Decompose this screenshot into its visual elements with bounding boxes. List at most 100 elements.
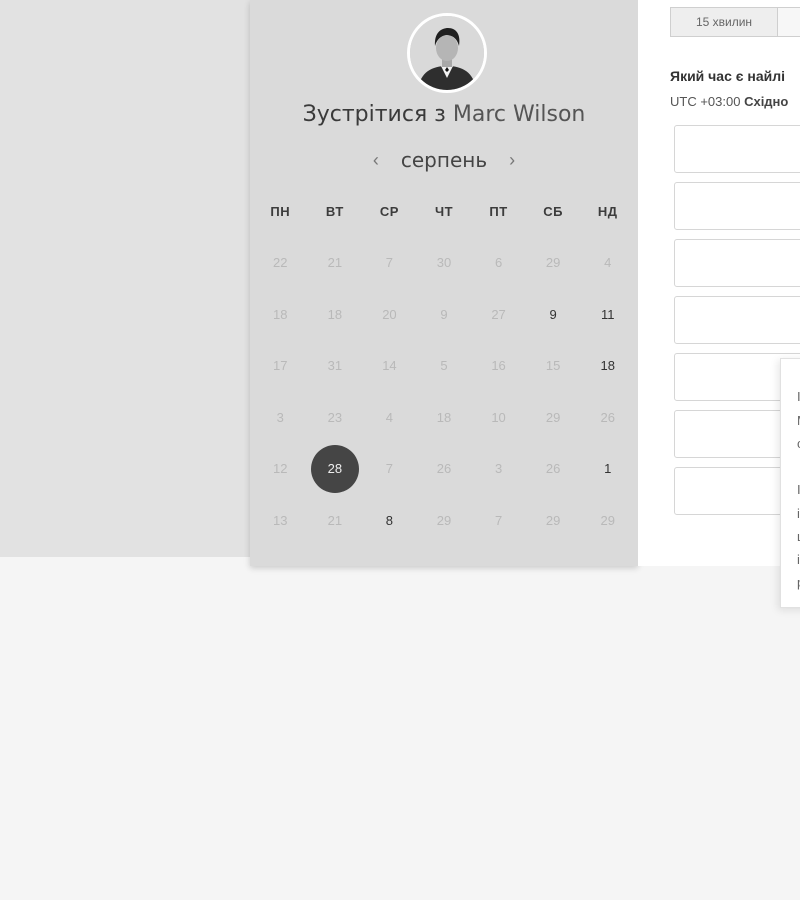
day-cell[interactable]: 18 [580,340,635,392]
day-number: 7 [385,461,394,477]
time-selection-panel: 15 хвилин Який час є найлі UTC +03:00 Сх… [638,0,800,566]
day-number: 9 [440,306,448,322]
day-number: 8 [385,512,394,528]
weekday-label: ПТ [489,204,508,219]
day-cell: 30 [417,237,472,289]
day-cell-selected[interactable]: 28 [308,443,363,495]
meeting-title: Зустрітися з Marc Wilson [250,102,638,127]
day-number: 1 [604,461,612,477]
day-cell: 26 [526,443,581,495]
day-number: 3 [494,461,503,477]
day-cell: 21 [308,237,363,289]
day-number: 21 [327,512,343,528]
day-number: 20 [382,306,397,322]
day-number: 21 [327,255,343,271]
day-number: 17 [273,358,288,374]
chevron-left-icon[interactable]: ‹ [369,146,383,174]
day-cell: 20 [362,289,417,341]
duration-tabs: 15 хвилин [670,7,800,37]
day-cell: 12 [253,443,308,495]
day-cell: 5 [417,340,472,392]
day-number: 18 [273,306,288,322]
duration-tab-15[interactable]: 15 хвилин [670,7,778,37]
day-number: 22 [273,255,288,271]
day-cell: 7 [362,443,417,495]
day-number: 18 [600,358,615,374]
day-cell[interactable]: 1 [580,443,635,495]
day-number: 26 [545,461,561,477]
day-number: 30 [436,255,452,271]
popover-text-line: і [797,506,800,521]
weekday-label: СР [379,204,399,219]
day-cell: 9 [417,289,472,341]
weekday-label: ПН [270,204,291,219]
day-number: 7 [494,512,503,528]
day-number: 3 [276,409,284,425]
time-slot-button[interactable] [674,182,800,230]
day-cell: 29 [580,495,635,547]
info-popover: ІМсІіцір [780,358,800,608]
day-number: 26 [436,461,452,477]
day-cell: 7 [362,237,417,289]
day-cell: 18 [417,392,472,444]
timezone-name: Східно [744,94,789,109]
day-number: 12 [273,461,288,477]
day-cell: 7 [471,495,526,547]
day-cell: 29 [526,495,581,547]
day-number: 29 [545,512,561,528]
day-number: 4 [385,409,394,425]
day-cell: 29 [526,392,581,444]
avatar [407,13,487,93]
day-cell: 23 [308,392,363,444]
day-cell[interactable]: 11 [580,289,635,341]
time-slot-button[interactable] [674,239,800,287]
meet-prefix: Зустрітися з [302,102,446,127]
day-cell: 3 [253,392,308,444]
day-cell: 13 [253,495,308,547]
day-cell[interactable]: 8 [362,495,417,547]
day-number: 29 [545,409,561,425]
day-number: 23 [327,409,343,425]
day-cell: 14 [362,340,417,392]
weekday-label: СБ [543,204,563,219]
day-number: 18 [327,306,343,322]
day-number: 27 [491,306,506,322]
day-number: 10 [491,409,506,425]
day-number: 6 [494,255,503,271]
day-number: 29 [600,512,615,528]
weekday-label: ВТ [325,204,344,219]
weekday-label: НД [597,204,618,219]
duration-tab-next[interactable] [778,7,800,37]
day-cell: 4 [362,392,417,444]
day-cell: 29 [526,237,581,289]
day-number: 9 [549,306,557,322]
day-number: 14 [382,358,397,374]
day-cell: 26 [580,392,635,444]
popover-text-line: і [797,552,800,567]
day-cell[interactable]: 9 [526,289,581,341]
weekday-label: ЧТ [434,204,454,219]
day-number: 29 [545,255,561,271]
host-photo [410,16,484,90]
day-cell: 22 [253,237,308,289]
day-cell: 18 [308,289,363,341]
day-number: 16 [491,358,506,374]
day-number: 31 [327,358,343,374]
day-number: 29 [436,512,452,528]
timezone-label[interactable]: UTC +03:00 Східно [670,94,788,109]
day-cell: 3 [471,443,526,495]
time-question: Який час є найлі [670,68,786,84]
day-number: 15 [545,358,561,374]
time-slot-button[interactable] [674,296,800,344]
day-cell: 29 [417,495,472,547]
day-number: 11 [600,306,615,322]
weekday-header: ПН ВТ СР ЧТ ПТ СБ НД [253,204,635,219]
time-slot-button[interactable] [674,125,800,173]
month-navigation: ‹ серпень › [250,146,638,174]
day-cell: 4 [580,237,635,289]
day-number: 7 [385,255,394,271]
day-number: 5 [440,358,448,374]
calendar-card: Зустрітися з Marc Wilson ‹ серпень › ПН В… [250,0,638,566]
chevron-right-icon[interactable]: › [505,146,519,174]
day-cell: 18 [253,289,308,341]
